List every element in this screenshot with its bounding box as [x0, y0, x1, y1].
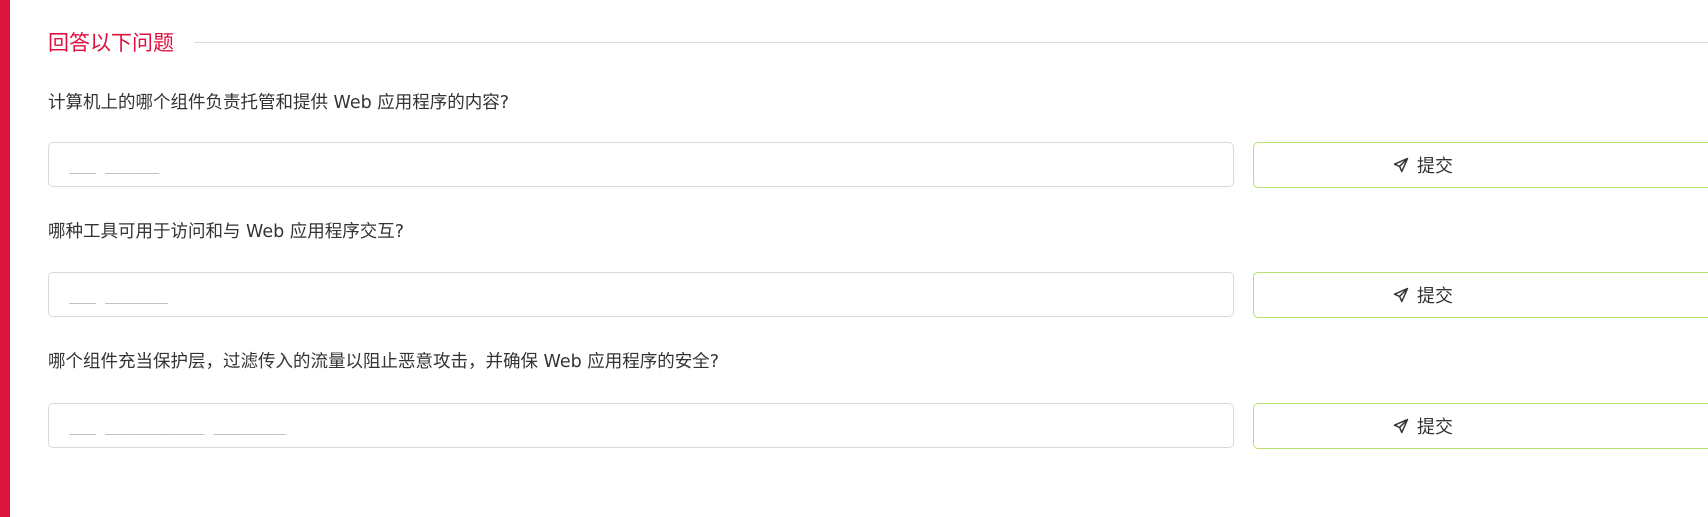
answer-input[interactable] — [48, 403, 1234, 448]
submit-button[interactable]: 提交 — [1253, 142, 1708, 188]
accent-bar — [0, 0, 10, 517]
section-divider — [194, 41, 1708, 43]
submit-label: 提交 — [1417, 156, 1453, 177]
question-text: 计算机上的哪个组件负责托管和提供 Web 应用程序的内容? — [48, 93, 510, 113]
answer-input[interactable] — [48, 142, 1234, 187]
submit-button-content: 提交 — [1393, 152, 1453, 178]
section-header: 回答以下问题 — [48, 26, 1708, 58]
submit-button-content: 提交 — [1393, 282, 1453, 308]
send-icon — [1393, 418, 1409, 434]
question-text: 哪种工具可用于访问和与 Web 应用程序交互? — [48, 222, 405, 242]
send-icon — [1393, 157, 1409, 173]
answer-input[interactable] — [48, 272, 1234, 317]
submit-button[interactable]: 提交 — [1253, 403, 1708, 449]
submit-label: 提交 — [1417, 286, 1453, 307]
submit-button[interactable]: 提交 — [1253, 272, 1708, 318]
question-text: 哪个组件充当保护层，过滤传入的流量以阻止恶意攻击，并确保 Web 应用程序的安全… — [48, 352, 720, 372]
submit-button-content: 提交 — [1393, 413, 1453, 439]
submit-label: 提交 — [1417, 417, 1453, 438]
send-icon — [1393, 287, 1409, 303]
section-title: 回答以下问题 — [48, 31, 174, 55]
